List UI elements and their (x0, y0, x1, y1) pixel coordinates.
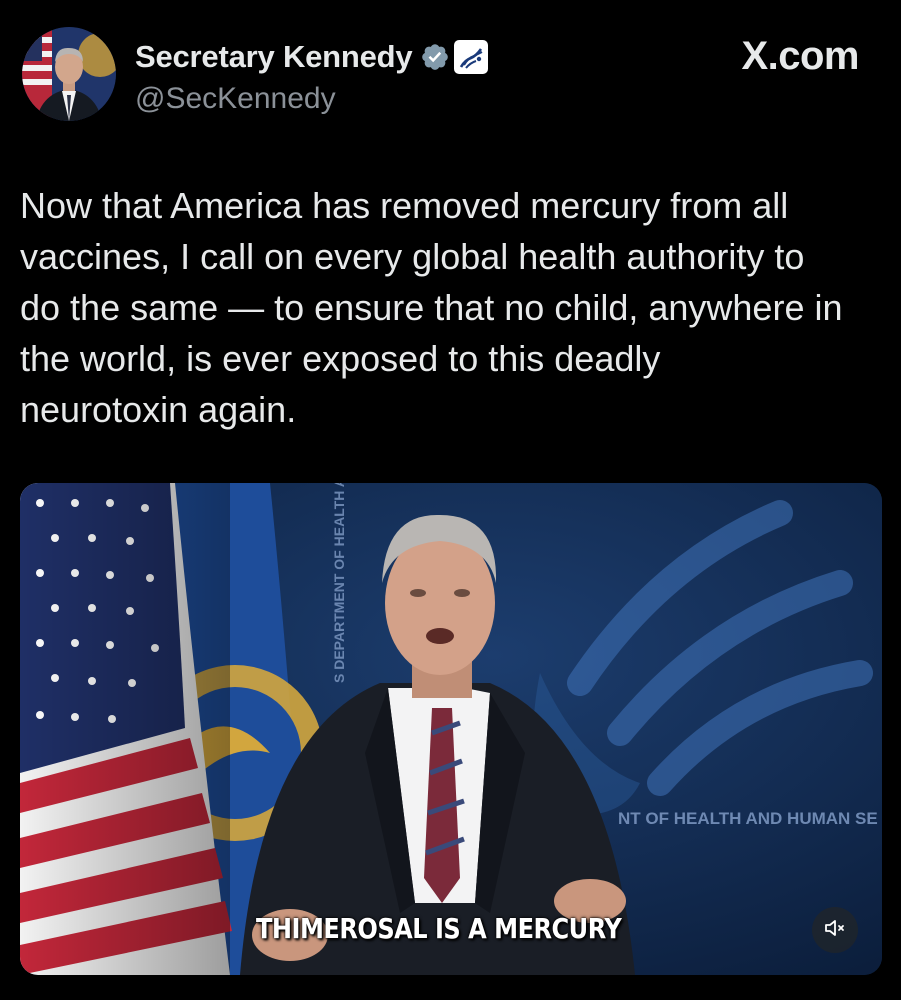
video-caption: THIMEROSAL IS A MERCURY (256, 912, 622, 945)
hhs-eagle-icon (454, 40, 489, 74)
backdrop-horizontal-text: NT OF HEALTH AND HUMAN SE (618, 809, 878, 828)
backdrop-vertical-text: S DEPARTMENT OF HEALTH ANI (331, 483, 347, 683)
author-handle[interactable]: @SecKennedy (135, 82, 336, 116)
brand-label: X.com (741, 34, 859, 78)
tweet-text: Now that America has removed mercury fro… (20, 185, 843, 430)
video-player[interactable]: S DEPARTMENT OF HEALTH ANI NT OF HEALTH … (20, 483, 882, 975)
verified-badge-icon (420, 42, 450, 72)
author-name-row[interactable]: Secretary Kennedy (135, 36, 489, 78)
author-display-name[interactable]: Secretary Kennedy (135, 39, 413, 75)
video-frame: S DEPARTMENT OF HEALTH ANI NT OF HEALTH … (20, 483, 882, 975)
speaker-muted-icon (823, 916, 847, 945)
us-flag (20, 483, 232, 975)
profile-avatar[interactable] (22, 27, 116, 121)
mute-button[interactable] (812, 907, 858, 953)
